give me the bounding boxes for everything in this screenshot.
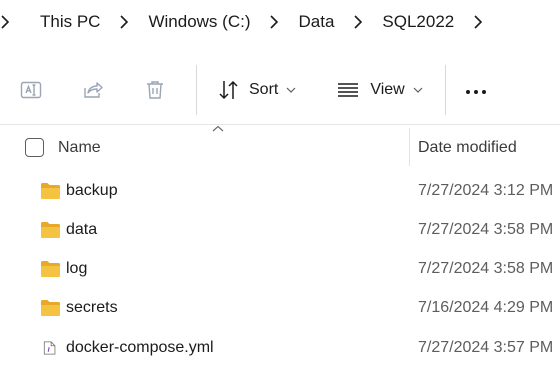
- trash-icon: [147, 81, 163, 99]
- breadcrumb-data[interactable]: Data: [294, 12, 338, 32]
- chevron-right-icon[interactable]: [458, 15, 498, 29]
- list-item[interactable]: backup 7/27/2024 3:12 PM: [0, 172, 560, 211]
- toolbar-divider: [196, 65, 197, 115]
- sort-icon: [219, 80, 238, 100]
- view-button[interactable]: View: [326, 68, 432, 112]
- breadcrumb: This PC Windows (C:) Data SQL2022: [0, 0, 560, 44]
- more-icon: [464, 81, 488, 99]
- chevron-down-icon: [286, 87, 296, 93]
- folder-icon: [41, 261, 60, 277]
- list-item[interactable]: log 7/27/2024 3:58 PM: [0, 250, 560, 289]
- file-name: docker-compose.yml: [66, 339, 214, 356]
- header-divider: [0, 124, 560, 125]
- sort-label: Sort: [249, 81, 279, 98]
- folder-icon: [41, 183, 60, 199]
- column-header-date-modified[interactable]: Date modified: [418, 139, 517, 157]
- chevron-right-icon[interactable]: [0, 15, 20, 29]
- column-resize-handle[interactable]: [409, 128, 410, 166]
- yml-file-icon: [43, 341, 56, 355]
- select-all-checkbox[interactable]: [25, 138, 44, 157]
- share-icon: [84, 82, 103, 98]
- delete-button[interactable]: [124, 68, 186, 112]
- chevron-right-icon[interactable]: [104, 15, 144, 29]
- list-item[interactable]: secrets 7/16/2024 4:29 PM: [0, 289, 560, 328]
- breadcrumb-windows-c[interactable]: Windows (C:): [144, 12, 254, 32]
- file-name: data: [66, 221, 98, 238]
- file-date: 7/27/2024 3:58 PM: [418, 221, 554, 238]
- chevron-down-icon: [413, 87, 423, 93]
- column-header-name[interactable]: Name: [58, 139, 101, 157]
- rename-button[interactable]: [0, 68, 62, 112]
- rename-icon: [20, 81, 42, 99]
- file-name: secrets: [66, 299, 118, 316]
- share-button[interactable]: [62, 68, 124, 112]
- file-date: 7/27/2024 3:57 PM: [418, 339, 554, 356]
- file-date: 7/16/2024 4:29 PM: [418, 299, 554, 316]
- chevron-right-icon[interactable]: [338, 15, 378, 29]
- breadcrumb-this-pc[interactable]: This PC: [36, 12, 104, 32]
- file-name: backup: [66, 182, 118, 199]
- list-item[interactable]: docker-compose.yml 7/27/2024 3:57 PM: [0, 329, 560, 368]
- file-date: 7/27/2024 3:58 PM: [418, 260, 554, 277]
- folder-icon: [41, 222, 60, 238]
- view-list-icon: [338, 83, 359, 97]
- file-date: 7/27/2024 3:12 PM: [418, 182, 554, 199]
- command-bar: Sort View: [0, 58, 560, 122]
- view-label: View: [370, 81, 405, 98]
- sort-button[interactable]: Sort: [207, 68, 306, 112]
- file-name: log: [66, 260, 88, 277]
- list-item[interactable]: data 7/27/2024 3:58 PM: [0, 211, 560, 250]
- breadcrumb-sql2022[interactable]: SQL2022: [378, 12, 458, 32]
- folder-icon: [41, 300, 60, 316]
- more-options-button[interactable]: [446, 68, 506, 112]
- chevron-right-icon[interactable]: [254, 15, 294, 29]
